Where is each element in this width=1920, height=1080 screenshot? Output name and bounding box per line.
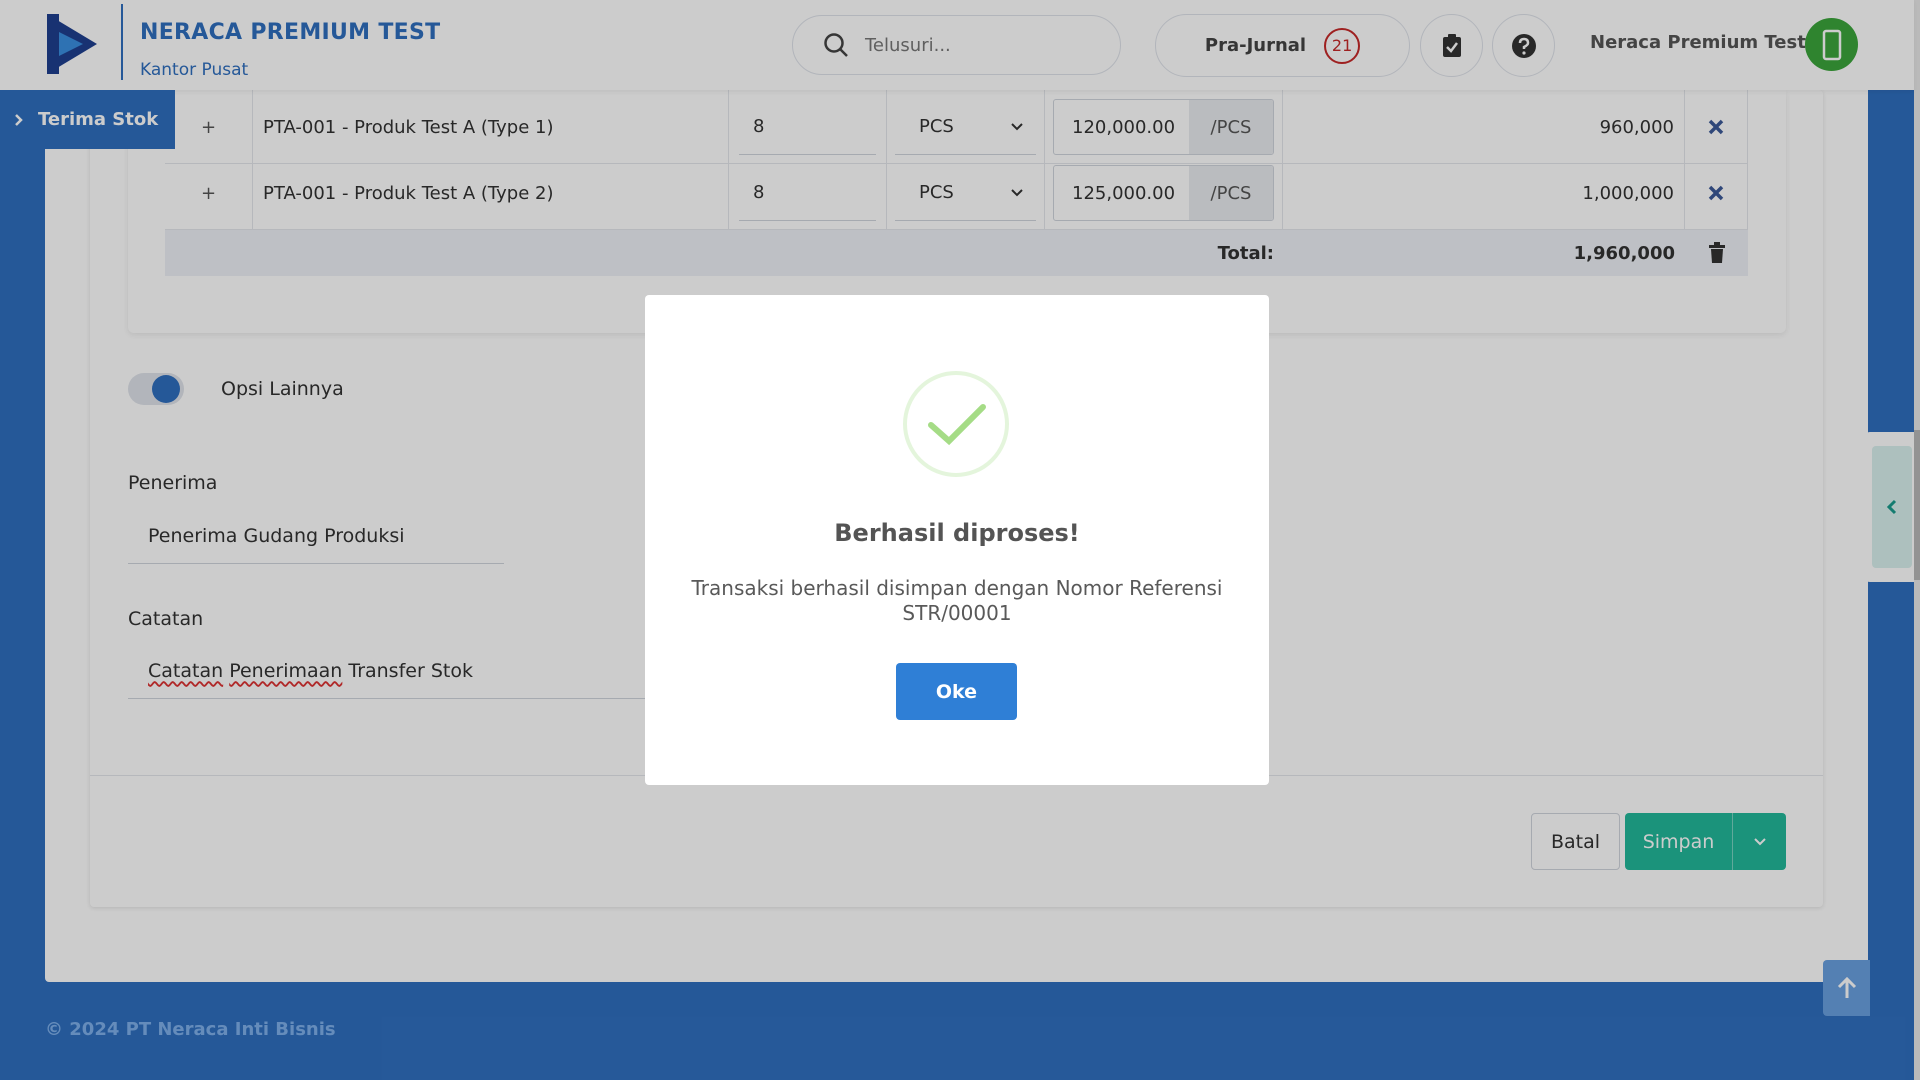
dialog-message: Transaksi berhasil disimpan dengan Nomor…: [691, 576, 1223, 625]
dialog-title: Berhasil diproses!: [834, 519, 1080, 547]
ok-button[interactable]: Oke: [896, 663, 1017, 720]
success-dialog: Berhasil diproses! Transaksi berhasil di…: [645, 295, 1269, 785]
success-check-icon: [903, 371, 1009, 477]
check-mark: [928, 404, 986, 446]
